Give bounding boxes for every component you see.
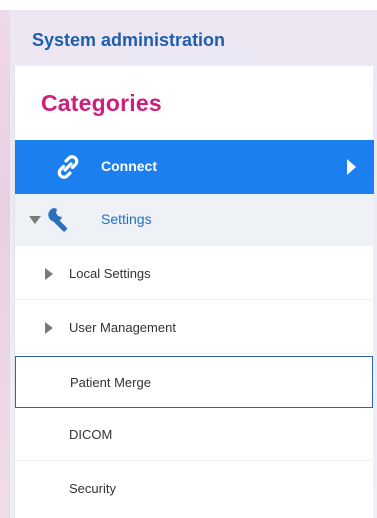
top-strip [0, 0, 377, 10]
left-accent-bar [0, 10, 10, 518]
chevron-right-icon [347, 159, 356, 175]
wrench-icon [45, 205, 75, 235]
sidebar-item-user-management[interactable]: User Management [15, 302, 374, 354]
sidebar-item-patient-merge[interactable]: Patient Merge [15, 356, 373, 408]
nav-item-connect[interactable]: Connect [15, 140, 374, 194]
categories-panel: Categories Connect Settings Local Settin… [14, 66, 374, 518]
nav-item-connect-label: Connect [101, 158, 157, 174]
caret-down-icon[interactable] [29, 216, 41, 224]
nav-item-settings[interactable]: Settings [15, 194, 374, 246]
sidebar-item-dicom[interactable]: DICOM [15, 409, 374, 461]
caret-right-icon[interactable] [45, 322, 53, 334]
link-icon [53, 152, 83, 182]
panel-heading: Categories [41, 90, 162, 116]
app-window: System administration Categories Connect [0, 0, 377, 518]
sidebar-item-label: Patient Merge [70, 375, 151, 390]
nav-item-settings-label: Settings [101, 211, 152, 227]
sidebar-item-security[interactable]: Security [15, 463, 374, 515]
caret-right-icon[interactable] [45, 268, 53, 280]
sidebar-item-local-settings[interactable]: Local Settings [15, 248, 374, 300]
app-title: System administration [32, 30, 226, 50]
sidebar-item-label: DICOM [69, 427, 113, 442]
sidebar-item-label: User Management [69, 320, 176, 335]
sidebar-item-label: Security [69, 481, 116, 496]
sidebar-item-label: Local Settings [69, 266, 151, 281]
